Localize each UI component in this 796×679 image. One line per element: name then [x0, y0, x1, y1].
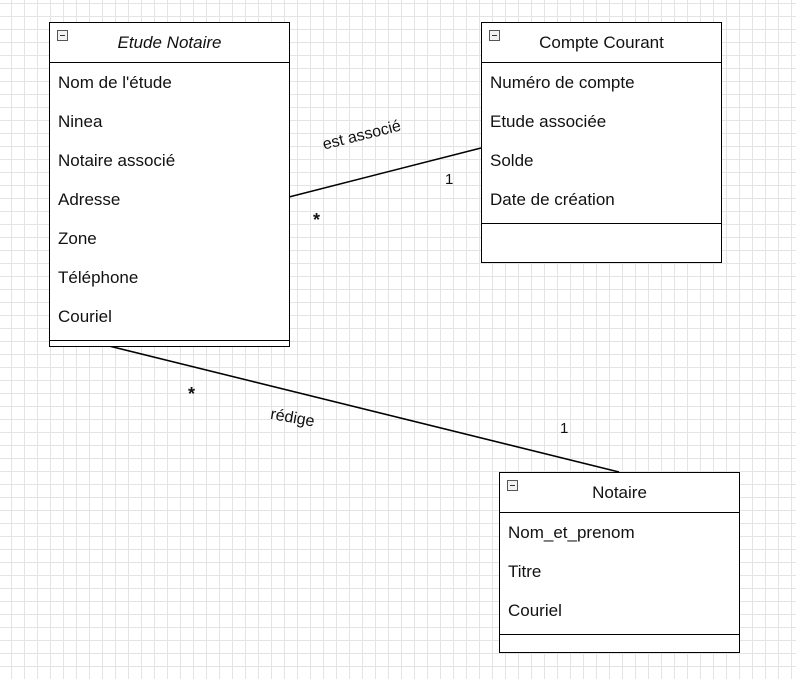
class-notaire[interactable]: Notaire Nom_et_prenom Titre Couriel: [499, 472, 740, 653]
collapse-icon[interactable]: [507, 480, 518, 491]
attribute-row[interactable]: Adresse: [50, 182, 289, 221]
class-header[interactable]: Etude Notaire: [50, 23, 289, 63]
methods-separator: [482, 223, 721, 224]
class-title: Etude Notaire: [117, 32, 222, 52]
class-header[interactable]: Compte Courant: [482, 23, 721, 63]
attribute-row[interactable]: Nom de l'étude: [50, 65, 289, 104]
attribute-row[interactable]: Couriel: [500, 593, 739, 632]
attribute-row[interactable]: Date de création: [482, 182, 721, 221]
attribute-row[interactable]: Numéro de compte: [482, 65, 721, 104]
attribute-list: Nom_et_prenom Titre Couriel: [500, 513, 739, 632]
attribute-row[interactable]: Etude associée: [482, 104, 721, 143]
multiplicity-compte-etude[interactable]: 1: [445, 171, 453, 188]
class-title: Notaire: [592, 482, 647, 502]
methods-separator: [50, 340, 289, 341]
attribute-row[interactable]: Zone: [50, 221, 289, 260]
class-title: Compte Courant: [539, 32, 664, 52]
methods-separator: [500, 634, 739, 635]
collapse-icon[interactable]: [489, 30, 500, 41]
collapse-icon[interactable]: [57, 30, 68, 41]
association-line-redige[interactable]: [108, 345, 620, 473]
class-etude-notaire[interactable]: Etude Notaire Nom de l'étude Ninea Notai…: [49, 22, 290, 347]
attribute-row[interactable]: Nom_et_prenom: [500, 515, 739, 554]
multiplicity-notaire-etude[interactable]: 1: [560, 420, 568, 437]
multiplicity-etude-compte[interactable]: *: [313, 210, 320, 231]
attribute-row[interactable]: Couriel: [50, 299, 289, 338]
multiplicity-etude-notaire[interactable]: *: [188, 384, 195, 405]
attribute-row[interactable]: Ninea: [50, 104, 289, 143]
attribute-row[interactable]: Notaire associé: [50, 143, 289, 182]
attribute-row[interactable]: Titre: [500, 554, 739, 593]
class-compte-courant[interactable]: Compte Courant Numéro de compte Etude as…: [481, 22, 722, 263]
attribute-row[interactable]: Solde: [482, 143, 721, 182]
class-header[interactable]: Notaire: [500, 473, 739, 513]
attribute-row[interactable]: Téléphone: [50, 260, 289, 299]
attribute-list: Nom de l'étude Ninea Notaire associé Adr…: [50, 63, 289, 338]
attribute-list: Numéro de compte Etude associée Solde Da…: [482, 63, 721, 221]
